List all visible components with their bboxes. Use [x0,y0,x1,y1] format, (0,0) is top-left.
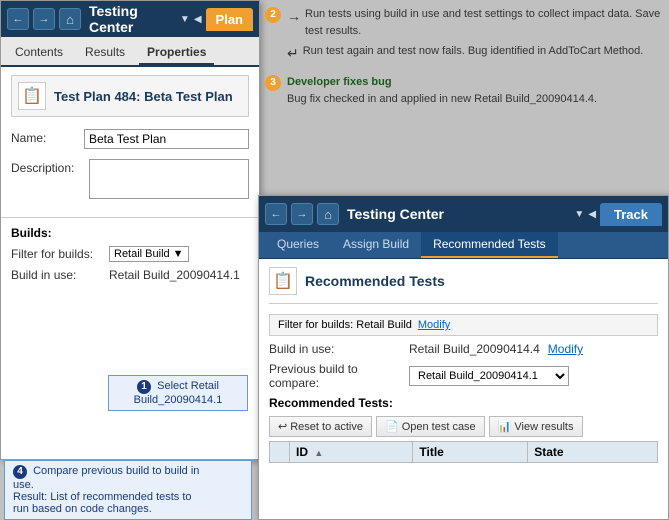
description-label: Description: [11,159,81,175]
recommended-tests-table: ID ▲ Title State [269,441,658,463]
toolbar-row: ↩ Reset to active 📄 Open test case 📊 Vie… [269,416,658,437]
right-forward-button[interactable]: → [291,203,313,225]
recommended-panel: 📋 Recommended Tests Filter for builds: R… [259,259,668,471]
right-tabs-row: Queries Assign Build Recommended Tests [259,232,668,259]
view-results-button[interactable]: 📊 View results [489,416,583,437]
right-build-in-use-label: Build in use: [269,342,409,356]
ann-2-text1: Run tests using build in use and test se… [305,6,669,39]
right-build-in-use-row: Build in use: Retail Build_20090414.4 Mo… [269,342,658,356]
callout-4-number: 4 [13,465,27,479]
right-back-button[interactable]: ← [265,203,287,225]
plan-title: Test Plan 484: Beta Test Plan [54,89,233,104]
callout-4: 4 Compare previous build to build in use… [4,460,252,520]
right-nav-dropdown[interactable]: ▼ [574,209,584,220]
th-state: State [528,442,658,463]
ann-2-text2: Run test again and test now fails. Bug i… [303,43,644,60]
tab-recommended-tests[interactable]: Recommended Tests [421,232,558,258]
right-build-in-use-value: Retail Build_20090414.4 [409,342,540,356]
name-field-row: Name: [11,129,249,149]
recommended-header: 📋 Recommended Tests [269,267,658,304]
annotation-2: 2 → Run tests using build in use and tes… [265,6,669,64]
left-tabs-row: Contents Results Properties [1,37,259,67]
recommended-tests-label: Recommended Tests: [269,396,658,410]
form-area: 📋 Test Plan 484: Beta Test Plan Name: De… [1,67,259,217]
ann-2-number: 2 [265,7,281,23]
sort-arrow-id[interactable]: ▲ [314,448,323,458]
nav-back-arrow[interactable]: ◀ [194,14,202,25]
ann-3-bold: Developer fixes bug [287,74,597,91]
previous-build-select[interactable]: Retail Build_20090414.1 [409,366,569,386]
recommended-icon: 📋 [269,267,297,295]
callout-4-line3: Result: List of recommended tests to [13,491,192,503]
nav-dropdown-arrow[interactable]: ▼ [180,14,190,25]
ann-2-arrow2: ↵ [287,43,299,64]
build-in-use-label: Build in use: [11,268,101,282]
forward-button[interactable]: → [33,8,55,30]
back-button[interactable]: ← [7,8,29,30]
home-button[interactable]: ⌂ [59,8,81,30]
open-icon: 📄 [385,420,399,433]
builds-title: Builds: [11,226,249,240]
plan-icon: 📋 [18,82,46,110]
tab-plan[interactable]: Plan [206,8,253,31]
table-header-row: ID ▲ Title State [270,442,658,463]
filter-builds-dropdown[interactable]: Retail Build ▼ [109,246,189,262]
filter-bar-label: Filter for builds: Retail Build [278,319,412,331]
tab-assign-build[interactable]: Assign Build [331,232,421,258]
reset-icon: ↩ [278,420,287,433]
tab-properties[interactable]: Properties [139,41,214,65]
right-nav-title: Testing Center [347,206,570,222]
annotations-area: 2 → Run tests using build in use and tes… [265,0,669,117]
previous-build-label: Previous build to compare: [269,362,409,390]
filter-builds-label: Filter for builds: [11,247,101,261]
build-in-use-value: Retail Build_20090414.1 [109,268,240,282]
filter-bar: Filter for builds: Retail Build Modify [269,314,658,336]
filter-builds-value: Retail Build [114,248,170,260]
description-field-row: Description: [11,159,249,199]
tab-results[interactable]: Results [77,41,133,65]
right-panel: ← → ⌂ Testing Center ▼ ◀ Track Queries A… [258,195,669,520]
callout-4-line1: Compare previous build to build in [33,465,199,477]
recommended-title-text: Recommended Tests [305,273,445,289]
filter-builds-row: Filter for builds: Retail Build ▼ [11,246,249,262]
tab-contents[interactable]: Contents [7,41,71,65]
name-input[interactable] [84,129,249,149]
open-test-case-button[interactable]: 📄 Open test case [376,416,485,437]
right-home-button[interactable]: ⌂ [317,203,339,225]
previous-build-row: Previous build to compare: Retail Build_… [269,362,658,390]
tab-queries[interactable]: Queries [265,232,331,258]
ann-3-text: Bug fix checked in and applied in new Re… [287,91,597,108]
left-nav-bar: ← → ⌂ Testing Center ▼ ◀ Plan [1,1,259,37]
ann-2-arrow: → [287,6,301,27]
callout-1-number: 1 [137,380,151,394]
th-id: ID ▲ [290,442,413,463]
callout-1: 1 Select Retail Build_20090414.1 [108,375,248,411]
ann-3-number: 3 [265,75,281,91]
plan-header: 📋 Test Plan 484: Beta Test Plan [11,75,249,117]
reset-to-active-button[interactable]: ↩ Reset to active [269,416,372,437]
right-build-modify[interactable]: Modify [548,342,583,356]
builds-section: Builds: Filter for builds: Retail Build … [1,217,259,296]
filter-dropdown-arrow: ▼ [173,248,184,260]
annotation-3: 3 Developer fixes bug Bug fix checked in… [265,74,669,107]
callout-4-line4: run based on code changes. [13,503,152,515]
callout-4-line2: use. [13,479,34,491]
th-checkbox [270,442,290,463]
tab-track[interactable]: Track [600,203,662,226]
description-input[interactable] [89,159,249,199]
ann-2-content: → Run tests using build in use and test … [287,6,669,64]
name-label: Name: [11,129,76,145]
right-nav-back[interactable]: ◀ [588,209,596,220]
right-nav-bar: ← → ⌂ Testing Center ▼ ◀ Track [259,196,668,232]
view-icon: 📊 [498,420,512,433]
ann-3-content: Developer fixes bug Bug fix checked in a… [287,74,597,107]
left-nav-title: Testing Center [89,3,176,35]
filter-bar-modify[interactable]: Modify [418,319,450,331]
build-in-use-row: Build in use: Retail Build_20090414.1 [11,268,249,282]
th-title: Title [413,442,528,463]
